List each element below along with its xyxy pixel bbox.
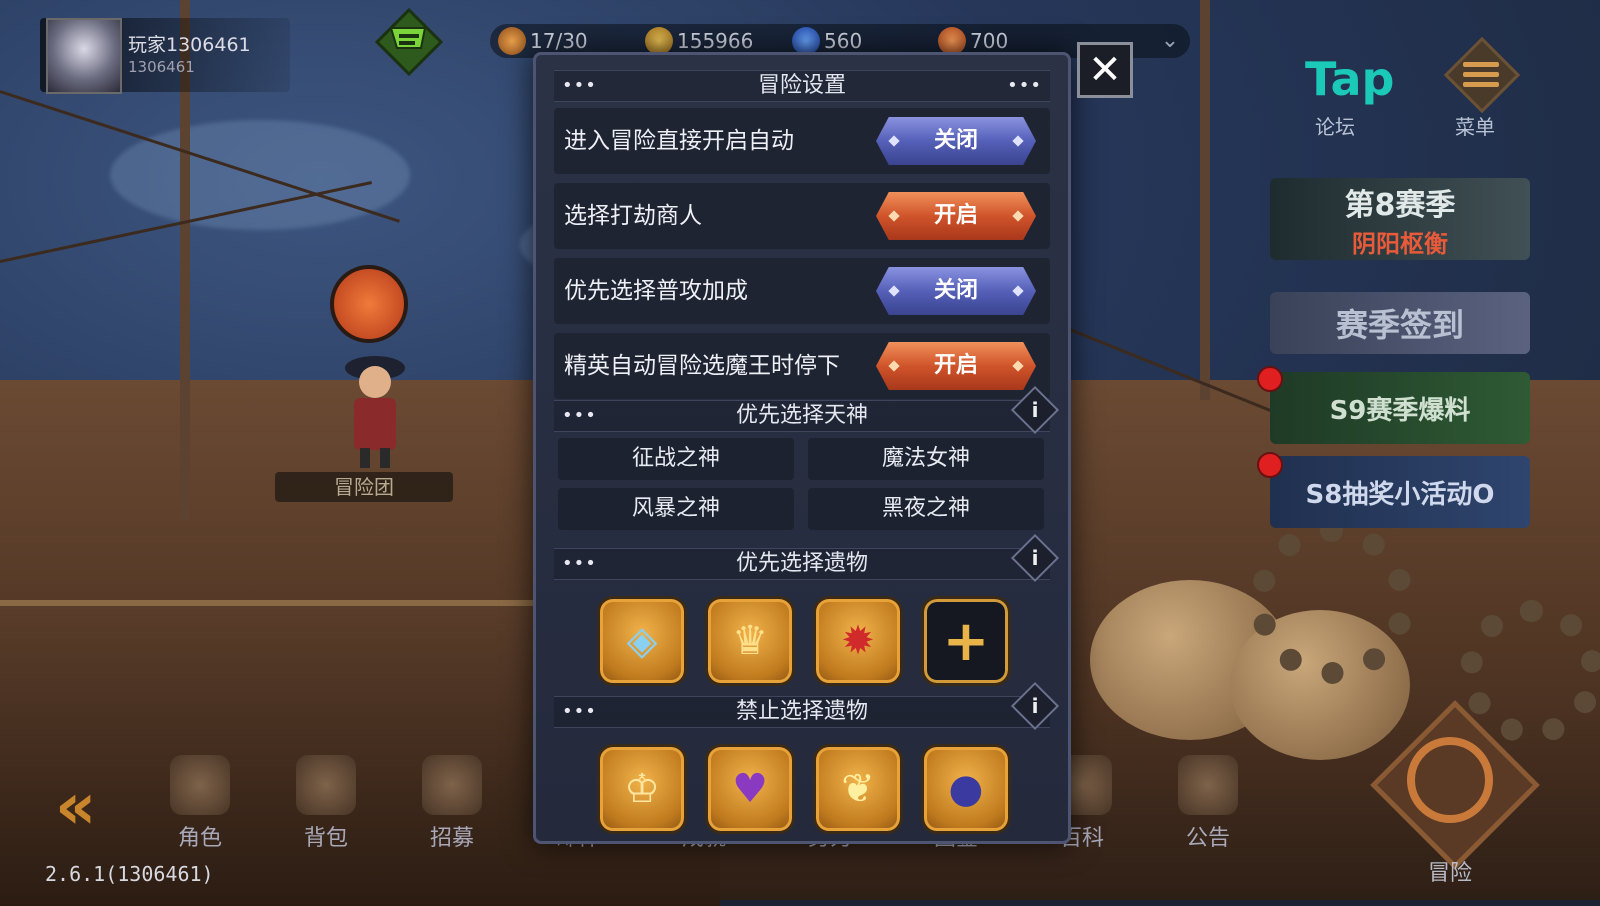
setting-row-rob-merchant: 选择打劫商人 开启 bbox=[554, 183, 1050, 249]
shield-rune-icon[interactable]: ◈ bbox=[597, 596, 687, 686]
info-icon[interactable]: i bbox=[1010, 681, 1060, 731]
helmet-icon bbox=[170, 755, 230, 815]
gold-cards-icon[interactable]: ♛ bbox=[705, 596, 795, 686]
version-label: 2.6.1(1306461) bbox=[45, 862, 214, 886]
modal-title: 冒险设置 bbox=[757, 73, 846, 98]
plus-icon: + bbox=[942, 608, 990, 674]
god-option[interactable]: 魔法女神 bbox=[808, 438, 1044, 480]
nav-recruit[interactable]: 招募 bbox=[397, 740, 507, 851]
forbidden-relics-title: 禁止选择遗物 bbox=[735, 699, 868, 724]
dots-decoration: ••• bbox=[1007, 75, 1042, 96]
adventure-settings-modal: ••• 冒险设置 ••• 进入冒险直接开启自动 关闭 选择打劫商人 开启 优先选… bbox=[533, 52, 1071, 844]
setting-label: 进入冒险直接开启自动 bbox=[564, 128, 794, 154]
add-relic-button[interactable]: + bbox=[921, 596, 1011, 686]
forum-button[interactable]: Tap 论坛 bbox=[1285, 40, 1394, 140]
forum-label: 论坛 bbox=[1315, 115, 1355, 139]
pirate-captain-character[interactable] bbox=[330, 340, 420, 470]
ship-wheel-icon bbox=[1407, 737, 1493, 823]
backpack-icon bbox=[296, 755, 356, 815]
chevron-down-icon[interactable]: ⌄ bbox=[1155, 26, 1185, 56]
gods-section-title: 优先选择天神 bbox=[735, 403, 868, 428]
setting-row-auto-start: 进入冒险直接开启自动 关闭 bbox=[554, 108, 1050, 174]
preferred-relics-header: ••• 优先选择遗物 i bbox=[554, 533, 1060, 583]
hamster-marker-icon[interactable] bbox=[330, 265, 408, 343]
toggle-auto-start[interactable]: 关闭 bbox=[876, 117, 1036, 165]
notification-dot bbox=[1257, 452, 1283, 478]
menu-label: 菜单 bbox=[1455, 115, 1495, 139]
setting-label: 选择打劫商人 bbox=[564, 203, 702, 229]
notification-dot bbox=[1257, 366, 1283, 392]
info-icon[interactable]: i bbox=[1010, 533, 1060, 583]
setting-label: 优先选择普攻加成 bbox=[564, 278, 748, 304]
toggle-state: 开启 bbox=[933, 203, 978, 228]
season-subtitle: 阴阳枢衡 bbox=[1352, 229, 1448, 258]
nav-announcement[interactable]: 公告 bbox=[1153, 740, 1263, 851]
s9-news-banner[interactable]: S9赛季爆料 bbox=[1270, 372, 1530, 444]
shop-cart-icon[interactable] bbox=[375, 8, 443, 76]
player-card[interactable]: 玩家1306461 1306461 bbox=[40, 18, 290, 94]
close-icon[interactable]: ✕ bbox=[1077, 42, 1133, 98]
modal-title-bar: ••• 冒险设置 ••• bbox=[554, 70, 1050, 102]
toggle-elite-stop[interactable]: 开启 bbox=[876, 342, 1036, 390]
crown-icon[interactable]: ♔ bbox=[597, 744, 687, 834]
menu-button[interactable]: 菜单 bbox=[1425, 36, 1525, 140]
blue-gem-value: 560 bbox=[824, 29, 863, 53]
gear-decoration bbox=[1250, 520, 1414, 684]
forbidden-relics-header: ••• 禁止选择遗物 i bbox=[554, 681, 1060, 731]
god-option[interactable]: 黑夜之神 bbox=[808, 488, 1044, 530]
dots-decoration: ••• bbox=[562, 405, 597, 426]
nav-backpack[interactable]: 背包 bbox=[271, 740, 381, 851]
dots-decoration: ••• bbox=[562, 75, 597, 96]
season-banner[interactable]: 第8赛季 阴阳枢衡 bbox=[1270, 178, 1530, 260]
flag-icon bbox=[1178, 755, 1238, 815]
nav-label: 公告 bbox=[1185, 826, 1230, 851]
orange-gem-value: 700 bbox=[970, 29, 1009, 53]
adventure-button[interactable] bbox=[1370, 700, 1540, 870]
toggle-state: 关闭 bbox=[933, 278, 978, 303]
golden-branch-icon[interactable]: ❦ bbox=[813, 744, 903, 834]
player-id: 1306461 bbox=[128, 58, 195, 76]
wings-icon bbox=[422, 755, 482, 815]
tap-logo: Tap bbox=[1305, 52, 1395, 106]
toggle-attack-bonus[interactable]: 关闭 bbox=[876, 267, 1036, 315]
god-option[interactable]: 征战之神 bbox=[558, 438, 794, 480]
dots-decoration: ••• bbox=[562, 553, 597, 574]
preferred-relics-title: 优先选择遗物 bbox=[735, 551, 868, 576]
season-title: 第8赛季 bbox=[1344, 187, 1456, 223]
toggle-state: 关闭 bbox=[933, 128, 978, 153]
adventure-team-label[interactable]: 冒险团 bbox=[275, 472, 453, 502]
adventure-label: 冒险 bbox=[1427, 861, 1472, 886]
player-name: 玩家1306461 bbox=[128, 34, 251, 56]
god-option[interactable]: 风暴之神 bbox=[558, 488, 794, 530]
gods-section-header: ••• 优先选择天神 i bbox=[554, 385, 1060, 435]
avatar[interactable] bbox=[46, 18, 122, 94]
bomb-icon[interactable]: ● bbox=[921, 744, 1011, 834]
nav-label: 角色 bbox=[177, 826, 222, 851]
nav-label: 招募 bbox=[429, 826, 474, 851]
stamina-value: 17/30 bbox=[530, 29, 588, 53]
blue-gem-icon bbox=[792, 27, 820, 55]
nav-character[interactable]: 角色 bbox=[145, 740, 255, 851]
heart-icon[interactable]: ♥ bbox=[705, 744, 795, 834]
nav-label: 背包 bbox=[303, 826, 348, 851]
demon-emblem-icon[interactable]: ✹ bbox=[813, 596, 903, 686]
season-sign-banner[interactable]: 赛季签到 bbox=[1270, 292, 1530, 354]
setting-row-elite-stop: 精英自动冒险选魔王时停下 开启 bbox=[554, 333, 1050, 399]
hamburger-icon bbox=[1463, 62, 1499, 92]
toggle-rob-merchant[interactable]: 开启 bbox=[876, 192, 1036, 240]
bread-stamina-icon bbox=[498, 27, 526, 55]
s8-lottery-banner[interactable]: S8抽奖小活动O bbox=[1270, 456, 1530, 528]
setting-row-attack-bonus: 优先选择普攻加成 关闭 bbox=[554, 258, 1050, 324]
orange-gem-icon bbox=[938, 27, 966, 55]
gold-value: 155966 bbox=[677, 29, 754, 53]
double-chevron-left-icon[interactable]: « bbox=[55, 770, 96, 844]
setting-label: 精英自动冒险选魔王时停下 bbox=[564, 353, 840, 379]
toggle-state: 开启 bbox=[933, 353, 978, 378]
dots-decoration: ••• bbox=[562, 701, 597, 722]
gold-coin-icon bbox=[645, 27, 673, 55]
